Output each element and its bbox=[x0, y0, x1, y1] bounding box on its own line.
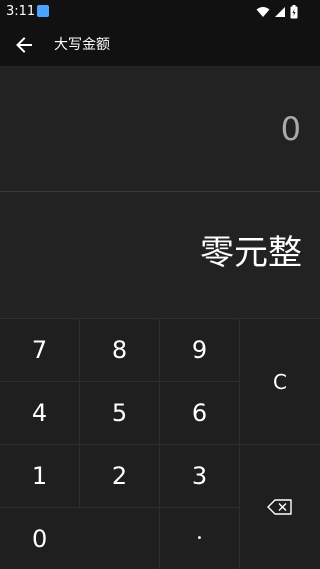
arrow-left-icon bbox=[16, 37, 32, 53]
key-9[interactable]: 9 bbox=[160, 318, 240, 381]
status-icons bbox=[256, 4, 298, 20]
number-value: 0 bbox=[280, 110, 301, 148]
chinese-amount-value: 零元整 bbox=[200, 233, 302, 273]
key-9-label: 9 bbox=[191, 336, 208, 364]
key-8-label: 8 bbox=[111, 336, 128, 364]
key-0[interactable]: 0 bbox=[0, 507, 160, 569]
clear-label: C bbox=[273, 369, 287, 394]
key-6-label: 6 bbox=[191, 399, 208, 427]
key-2[interactable]: 2 bbox=[80, 444, 160, 507]
chinese-amount-display: 零元整 bbox=[0, 192, 320, 318]
key-0-label: 0 bbox=[32, 524, 48, 553]
number-display: 0 bbox=[0, 66, 320, 192]
key-dot[interactable]: • bbox=[160, 507, 240, 569]
key-7[interactable]: 7 bbox=[0, 318, 80, 381]
key-4-label: 4 bbox=[31, 399, 48, 427]
keyboard-app-icon bbox=[37, 5, 49, 17]
status-time: 3:11 bbox=[6, 4, 36, 19]
back-button[interactable] bbox=[12, 33, 36, 57]
key-dot-label: • bbox=[196, 532, 203, 544]
key-3[interactable]: 3 bbox=[160, 444, 240, 507]
key-5[interactable]: 5 bbox=[80, 381, 160, 444]
key-4[interactable]: 4 bbox=[0, 381, 80, 444]
signal-icon bbox=[274, 6, 286, 18]
battery-icon bbox=[290, 5, 298, 19]
key-1-label: 1 bbox=[31, 462, 48, 490]
key-7-label: 7 bbox=[31, 336, 48, 364]
app-bar: 大写金额 bbox=[0, 24, 320, 66]
clear-button[interactable]: C bbox=[240, 318, 320, 444]
wifi-icon bbox=[256, 6, 270, 18]
key-3-label: 3 bbox=[191, 462, 208, 490]
status-bar: 3:11 bbox=[0, 0, 320, 24]
key-5-label: 5 bbox=[111, 399, 128, 427]
backspace-icon bbox=[267, 499, 292, 515]
key-2-label: 2 bbox=[111, 462, 128, 490]
keypad: 7 8 9 C 4 5 6 1 2 3 0 • bbox=[0, 318, 320, 569]
backspace-button[interactable] bbox=[240, 444, 320, 569]
key-1[interactable]: 1 bbox=[0, 444, 80, 507]
key-8[interactable]: 8 bbox=[80, 318, 160, 381]
page-title: 大写金额 bbox=[54, 37, 110, 53]
key-6[interactable]: 6 bbox=[160, 381, 240, 444]
